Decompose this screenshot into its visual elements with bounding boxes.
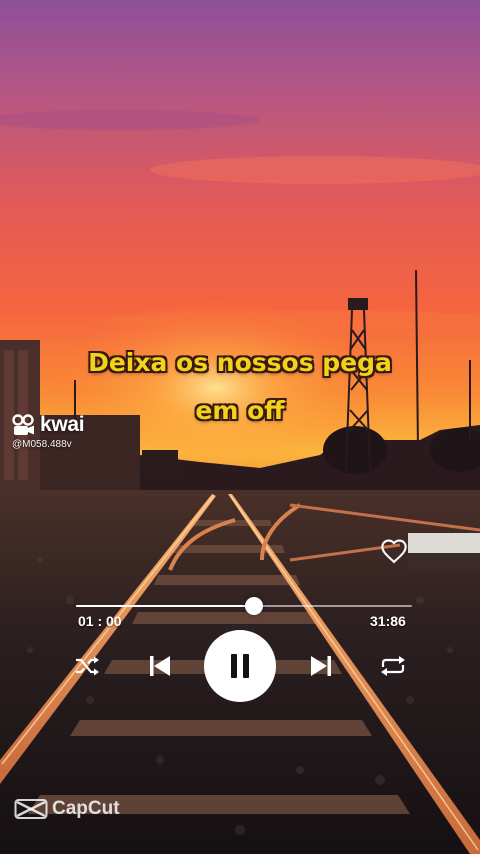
pause-icon <box>231 654 249 678</box>
progress-fill <box>76 605 255 607</box>
previous-icon <box>150 656 170 676</box>
kwai-logo-icon <box>12 414 34 435</box>
like-button[interactable] <box>380 538 408 566</box>
shuffle-button[interactable] <box>72 652 102 680</box>
capcut-watermark: CapCut <box>14 797 120 821</box>
progress-slider[interactable] <box>76 597 412 615</box>
total-time: 31:86 <box>370 613 406 629</box>
next-button[interactable] <box>306 652 336 680</box>
kwai-watermark: kwai @M058.488v <box>12 413 85 450</box>
play-pause-button[interactable] <box>204 630 276 702</box>
heart-icon <box>381 539 407 564</box>
kwai-username: @M058.488v <box>12 439 72 450</box>
repeat-button[interactable] <box>378 652 408 680</box>
lyric-line-1: Deixa os nossos pega <box>88 348 392 377</box>
capcut-logo-icon <box>14 799 48 819</box>
elapsed-time: 01 : 00 <box>78 613 122 629</box>
capcut-brand-name: CapCut <box>52 798 120 819</box>
next-icon <box>311 656 331 676</box>
repeat-icon <box>381 656 405 676</box>
kwai-brand-name: kwai <box>40 413 85 436</box>
progress-thumb[interactable] <box>245 597 264 615</box>
shuffle-icon <box>76 656 99 676</box>
previous-button[interactable] <box>145 652 175 680</box>
